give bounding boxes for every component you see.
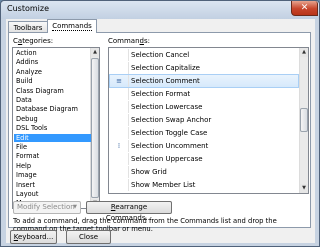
category-item[interactable]: Action — [14, 49, 91, 57]
modify-selection-label: Modify Selection — [17, 203, 75, 211]
tab-commands-label: Commands — [52, 22, 92, 31]
comment-lines-icon: ≡ — [116, 77, 122, 85]
instruction-text: To add a command, drag the command from … — [13, 217, 277, 233]
commands-tab-panel: Categories: Commands: ▲ ▼ ActionAddins An… — [8, 32, 311, 233]
icon-column-separator — [128, 166, 129, 178]
category-item[interactable]: Build — [14, 77, 91, 85]
category-item[interactable]: Data — [14, 96, 91, 104]
category-item[interactable]: Debug — [14, 115, 91, 123]
command-label: Selection Capitalize — [131, 64, 200, 72]
close-window-button[interactable]: ✕ — [291, 1, 318, 16]
close-button[interactable]: Close — [66, 230, 111, 244]
uncomment-lines-icon: ⁞ — [117, 142, 121, 150]
icon-column-separator — [128, 153, 129, 165]
icon-column-separator — [128, 88, 129, 100]
command-item[interactable]: ⁞ Selection Uncomment — [110, 140, 298, 152]
icon-column-separator — [128, 62, 129, 74]
icon-column-separator — [128, 140, 129, 152]
category-item[interactable]: Class Diagram — [14, 87, 91, 95]
category-item[interactable]: File — [14, 143, 91, 151]
icon-column-separator — [128, 75, 129, 87]
icon-column-separator — [128, 179, 129, 191]
tab-toolbars-label: Toolbars — [13, 24, 43, 32]
command-item[interactable]: Selection Cancel — [110, 49, 298, 61]
command-item[interactable]: Selection Lowercase — [110, 101, 298, 113]
modify-selection-dropdown[interactable]: Modify Selection ▼ — [13, 201, 81, 214]
command-label: Selection Uncomment — [131, 142, 209, 150]
category-item[interactable]: Layout — [14, 190, 91, 198]
categories-scrollbar[interactable]: ▲ ▼ — [90, 48, 99, 208]
categories-label: Categories: — [13, 37, 54, 45]
command-item[interactable]: Selection Swap Anchor — [110, 114, 298, 126]
commands-list[interactable]: ▲ ▼ Selection Cancel Selection Capitalize… — [108, 47, 309, 194]
customize-dialog: Customize ✕ Toolbars Commands Categories… — [0, 0, 320, 247]
commands-scrollbar[interactable]: ▲ ▼ — [299, 48, 308, 193]
category-item[interactable]: Analyze — [14, 68, 91, 76]
icon-column-separator — [128, 49, 129, 61]
category-item[interactable]: Image — [14, 171, 91, 179]
category-item[interactable]: Insert — [14, 181, 91, 189]
icon-column-separator — [128, 127, 129, 139]
titlebar: Customize ✕ — [1, 1, 319, 19]
tab-commands[interactable]: Commands — [47, 19, 97, 33]
command-item[interactable]: Selection Format — [110, 88, 298, 100]
scroll-up-arrow-icon[interactable]: ▲ — [91, 48, 99, 57]
rearrange-commands-button[interactable]: Rearrange Commands... — [86, 201, 172, 222]
command-label: Selection Comment — [131, 77, 200, 85]
scrollbar-thumb[interactable] — [91, 58, 99, 198]
category-item[interactable]: Help — [14, 162, 91, 170]
category-item[interactable]: Database Diagram — [14, 105, 91, 113]
scroll-up-arrow-icon[interactable]: ▲ — [300, 48, 308, 57]
command-item[interactable]: Show Grid — [110, 166, 298, 178]
command-label: Selection Format — [131, 90, 191, 98]
command-label: Show Member List — [131, 181, 196, 189]
command-label: Selection Lowercase — [131, 103, 203, 111]
dialog-client: Toolbars Commands Categories: Commands: … — [6, 19, 315, 244]
command-item[interactable]: Selection Capitalize — [110, 62, 298, 74]
keyboard-button[interactable]: Keyboard... — [10, 230, 57, 244]
scroll-down-arrow-icon[interactable]: ▼ — [300, 184, 308, 193]
command-item[interactable]: Selection Toggle Case — [110, 127, 298, 139]
command-item[interactable]: Selection Uppercase — [110, 153, 298, 165]
window-title: Customize — [7, 4, 49, 13]
command-item[interactable]: ≡ Selection Comment — [109, 74, 299, 88]
command-label: Selection Uppercase — [131, 155, 203, 163]
categories-list[interactable]: ▲ ▼ ActionAddins AnalyzeBuild Class Diagra… — [12, 47, 100, 209]
command-label: Selection Swap Anchor — [131, 116, 212, 124]
command-label: Selection Toggle Case — [131, 129, 208, 137]
commands-label: Commands: — [108, 37, 151, 45]
scrollbar-thumb[interactable] — [300, 108, 308, 132]
category-item[interactable]: DSL Tools — [14, 124, 91, 132]
icon-column-separator — [128, 101, 129, 113]
category-item[interactable]: Addins — [14, 58, 91, 66]
tab-toolbars[interactable]: Toolbars — [8, 21, 48, 32]
category-item[interactable]: Edit — [14, 133, 91, 142]
command-item[interactable]: Show Member List — [110, 179, 298, 191]
icon-column-separator — [128, 114, 129, 126]
category-item[interactable]: Format — [14, 152, 91, 160]
dropdown-arrow-icon: ▼ — [73, 204, 77, 210]
command-label: Selection Cancel — [131, 51, 190, 59]
command-label: Show Grid — [131, 168, 167, 176]
